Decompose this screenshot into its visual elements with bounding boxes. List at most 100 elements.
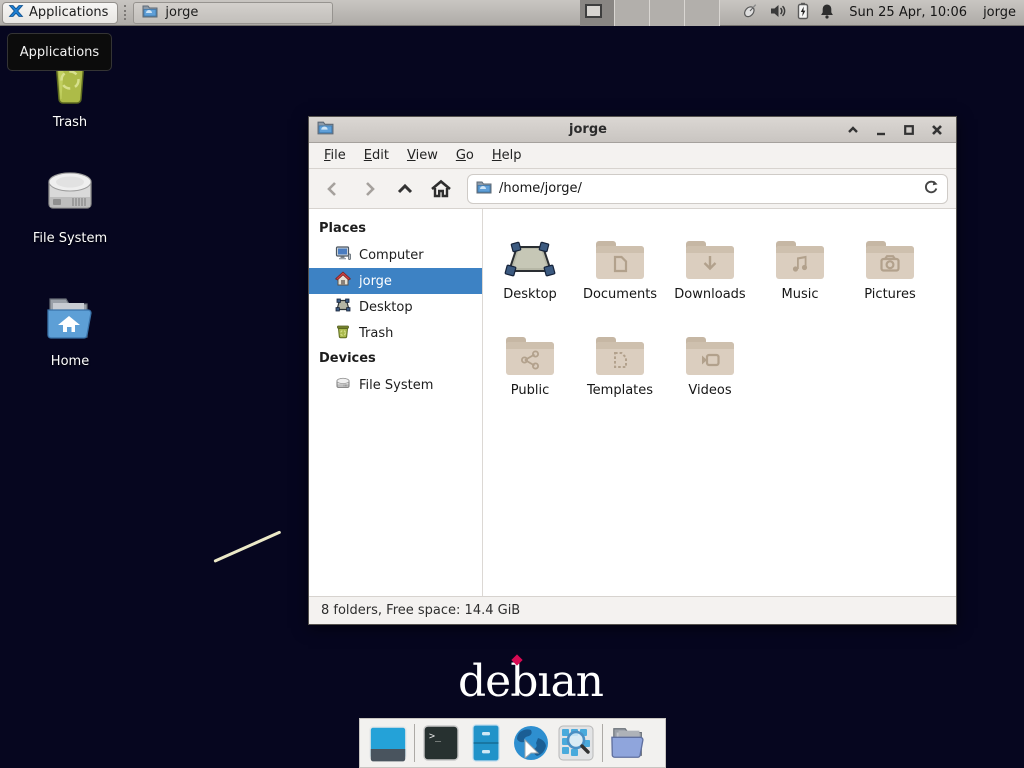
window-titlebar[interactable]: jorge xyxy=(309,117,956,143)
videos-folder-icon xyxy=(686,319,734,377)
desktop-icon-home[interactable]: Home xyxy=(15,295,125,369)
workspace-pager xyxy=(580,0,720,26)
minimize-icon[interactable] xyxy=(870,120,892,140)
file-item-documents[interactable]: Documents xyxy=(575,223,665,319)
maximize-icon[interactable] xyxy=(898,120,920,140)
sidebar: Places Computer jorge Desktop xyxy=(309,209,483,596)
statusbar: 8 folders, Free space: 14.4 GiB xyxy=(309,596,956,624)
web-browser-icon[interactable] xyxy=(512,724,550,762)
file-item-public[interactable]: Public xyxy=(485,319,575,415)
file-item-desktop[interactable]: Desktop xyxy=(485,223,575,319)
battery-charging-icon[interactable] xyxy=(796,2,810,24)
public-folder-icon xyxy=(506,319,554,377)
dock: >_ xyxy=(359,718,666,768)
menu-help[interactable]: Help xyxy=(483,145,531,166)
workspace-4[interactable] xyxy=(685,0,720,26)
system-tray xyxy=(740,2,835,24)
menu-go[interactable]: Go xyxy=(447,145,483,166)
taskbar-window-label: jorge xyxy=(165,5,198,20)
file-cabinet-icon[interactable] xyxy=(467,724,505,762)
trash-icon xyxy=(335,323,351,343)
desktop: { "panel": { "applications_label": "Appl… xyxy=(0,0,1024,768)
window-body: Places Computer jorge Desktop xyxy=(309,209,956,596)
shade-icon[interactable] xyxy=(842,120,864,140)
applications-tooltip: Applications xyxy=(7,33,112,71)
file-item-label: Videos xyxy=(688,383,731,398)
menu-file[interactable]: File xyxy=(315,145,355,166)
workspace-1[interactable] xyxy=(580,0,615,26)
terminal-icon[interactable]: >_ xyxy=(422,724,460,762)
show-desktop-icon[interactable] xyxy=(369,724,407,762)
file-item-videos[interactable]: Videos xyxy=(665,319,755,415)
volume-icon[interactable] xyxy=(769,2,787,24)
workspace-3[interactable] xyxy=(650,0,685,26)
file-item-music[interactable]: Music xyxy=(755,223,845,319)
file-item-label: Music xyxy=(782,287,819,302)
up-icon[interactable] xyxy=(389,174,421,204)
menubar: File Edit View Go Help xyxy=(309,143,956,169)
panel-grip[interactable] xyxy=(124,5,127,20)
statusbar-text: 8 folders, Free space: 14.4 GiB xyxy=(321,603,520,618)
file-item-label: Public xyxy=(511,383,549,398)
sidebar-item-label: jorge xyxy=(359,274,392,289)
window-title: jorge xyxy=(340,122,836,137)
file-manager-icon[interactable] xyxy=(610,724,648,762)
path-text[interactable]: /home/jorge/ xyxy=(499,181,916,196)
path-bar[interactable]: /home/jorge/ xyxy=(467,174,948,204)
documents-folder-icon xyxy=(596,223,644,281)
downloads-folder-icon xyxy=(686,223,734,281)
home-folder-icon xyxy=(42,295,98,347)
applications-menu-button[interactable]: Applications xyxy=(2,2,118,24)
hard-drive-icon xyxy=(335,375,351,395)
forward-icon[interactable] xyxy=(353,174,385,204)
file-item-pictures[interactable]: Pictures xyxy=(845,223,935,319)
refresh-icon[interactable] xyxy=(923,179,939,199)
sidebar-item-label: File System xyxy=(359,378,433,393)
templates-folder-icon xyxy=(596,319,644,377)
mouse-device-icon[interactable] xyxy=(740,2,760,24)
workspace-2[interactable] xyxy=(615,0,650,26)
sidebar-item-computer[interactable]: Computer xyxy=(309,242,482,268)
panel-clock[interactable]: Sun 25 Apr, 10:06 xyxy=(849,5,967,20)
notifications-bell-icon[interactable] xyxy=(819,2,835,24)
sidebar-item-desktop[interactable]: Desktop xyxy=(309,294,482,320)
menu-view[interactable]: View xyxy=(398,145,447,166)
workspace-window-thumb xyxy=(585,4,602,18)
close-icon[interactable] xyxy=(926,120,948,140)
dock-separator xyxy=(414,724,415,762)
desktop-folder-icon xyxy=(504,223,556,281)
sidebar-item-trash[interactable]: Trash xyxy=(309,320,482,346)
taskbar-window-button[interactable]: jorge xyxy=(133,2,333,24)
pictures-folder-icon xyxy=(866,223,914,281)
file-item-downloads[interactable]: Downloads xyxy=(665,223,755,319)
file-item-templates[interactable]: Templates xyxy=(575,319,665,415)
sidebar-item-file-system[interactable]: File System xyxy=(309,372,482,398)
sidebar-item-label: Computer xyxy=(359,248,424,263)
computer-icon xyxy=(335,245,351,265)
file-item-label: Desktop xyxy=(503,287,557,302)
toolbar: /home/jorge/ xyxy=(309,169,956,209)
svg-text:>_: >_ xyxy=(429,731,442,742)
back-icon[interactable] xyxy=(317,174,349,204)
debian-wordmark: debıan xyxy=(458,656,603,707)
file-item-label: Pictures xyxy=(864,287,915,302)
sidebar-item-label: Desktop xyxy=(359,300,413,315)
sidebar-places-header: Places xyxy=(309,216,482,242)
desktop-icon-label: Home xyxy=(51,354,89,369)
xfce-logo-icon xyxy=(8,3,24,23)
folder-window-icon xyxy=(142,4,158,22)
desktop-icon xyxy=(335,297,351,317)
application-finder-icon[interactable] xyxy=(557,724,595,762)
hard-drive-icon xyxy=(41,168,99,224)
window-folder-icon xyxy=(317,120,334,139)
menu-edit[interactable]: Edit xyxy=(355,145,398,166)
sidebar-item-label: Trash xyxy=(359,326,393,341)
home-icon xyxy=(335,271,351,291)
home-icon[interactable] xyxy=(425,174,457,204)
debian-wordmark-text: debıan xyxy=(458,656,603,707)
sidebar-item-jorge[interactable]: jorge xyxy=(309,268,482,294)
music-folder-icon xyxy=(776,223,824,281)
panel-username[interactable]: jorge xyxy=(983,5,1016,20)
desktop-icon-file-system[interactable]: File System xyxy=(15,168,125,246)
file-grid: Desktop Documents Downloads Music xyxy=(483,209,956,596)
